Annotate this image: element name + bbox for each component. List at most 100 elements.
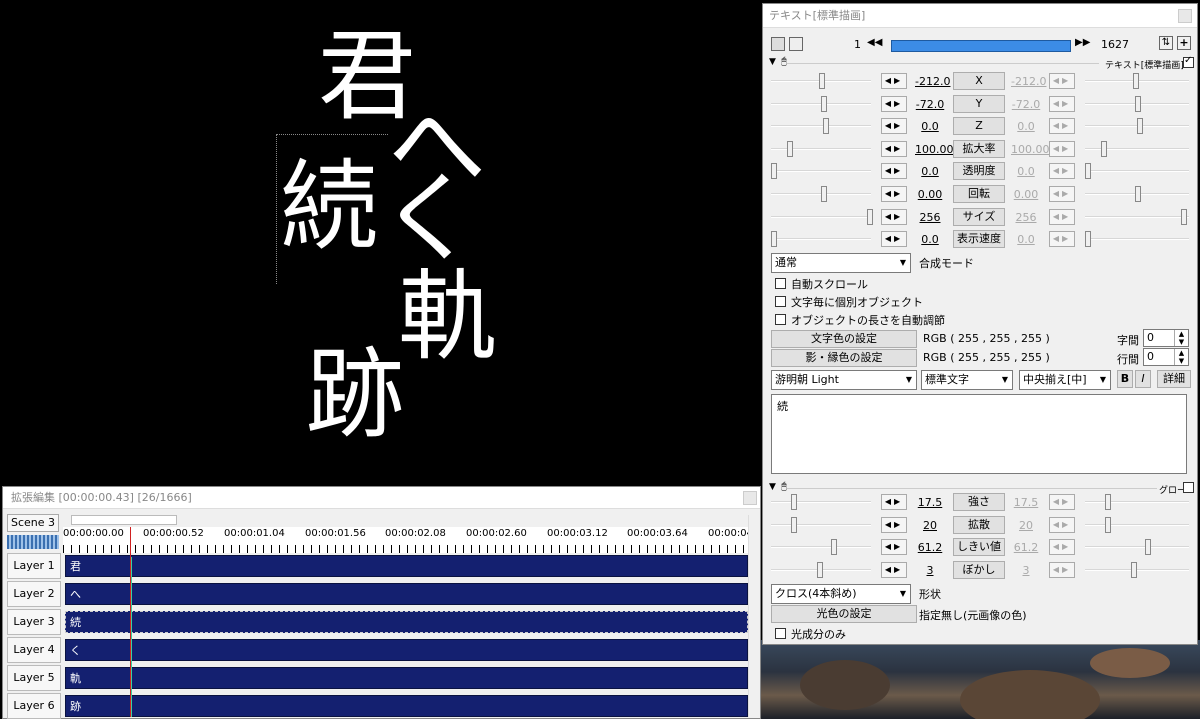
end-value[interactable]: 100.00 (1011, 143, 1050, 156)
slider-thumb[interactable] (1181, 208, 1187, 225)
left-slider[interactable] (771, 161, 871, 181)
time-ruler[interactable]: 00:00:00.00 00:00:00.52 00:00:01.04 00:0… (63, 527, 753, 553)
collapse-icon[interactable]: ▼ (769, 57, 776, 67)
step-arrows[interactable]: ◀▶ (1049, 163, 1075, 180)
slider-thumb[interactable] (791, 494, 797, 510)
step-arrows[interactable]: ◀▶ (881, 561, 907, 578)
glow-only-checkbox[interactable] (775, 628, 786, 639)
slider-thumb[interactable] (821, 186, 827, 202)
step-arrows[interactable]: ◀▶ (1049, 208, 1075, 225)
start-value[interactable]: 61.2 (915, 541, 945, 554)
slider-thumb[interactable] (1105, 516, 1111, 533)
close-button[interactable] (1178, 9, 1192, 23)
slider-thumb[interactable] (1145, 539, 1151, 555)
style-select[interactable]: 標準文字 ▼ (921, 370, 1013, 390)
start-value[interactable]: 0.0 (915, 165, 945, 178)
glow-color-button[interactable]: 光色の設定 (771, 605, 917, 623)
start-value[interactable]: -72.0 (915, 98, 945, 111)
step-arrows[interactable]: ◀▶ (881, 186, 907, 202)
detail-button[interactable]: 詳細 (1157, 370, 1191, 388)
left-slider[interactable] (771, 139, 871, 159)
left-slider[interactable] (771, 229, 871, 249)
blend-mode-select[interactable]: 通常 ▼ (771, 253, 911, 273)
step-arrows[interactable]: ◀▶ (1049, 118, 1075, 135)
italic-button[interactable]: I (1135, 370, 1151, 388)
fast-forward-icon[interactable]: ▶▶ (1075, 37, 1090, 48)
auto-length-checkbox[interactable] (775, 314, 786, 325)
step-arrows[interactable]: ◀▶ (881, 163, 907, 180)
end-value[interactable]: -212.0 (1011, 75, 1046, 88)
end-value[interactable]: -72.0 (1011, 98, 1041, 111)
timeline-clip[interactable]: く (65, 639, 748, 661)
rewind-icon[interactable]: ◀◀ (867, 37, 882, 48)
step-arrows[interactable]: ◀▶ (1049, 516, 1075, 533)
step-arrows[interactable]: ◀▶ (881, 118, 907, 135)
end-value[interactable]: 0.0 (1011, 120, 1041, 133)
start-value[interactable]: 0.0 (915, 233, 945, 246)
start-value[interactable]: 100.00 (915, 143, 954, 156)
layer-label[interactable]: Layer 5 (7, 665, 61, 691)
shadow-color-button[interactable]: 影・縁色の設定 (771, 349, 917, 367)
spin-icon[interactable]: ▲ ▼ (1174, 330, 1188, 346)
param-button[interactable]: 表示速度 (953, 230, 1005, 249)
end-value[interactable]: 0.00 (1011, 188, 1041, 201)
font-select[interactable]: 游明朝 Light ▼ (771, 370, 917, 390)
slider-thumb[interactable] (823, 118, 829, 135)
layer-label[interactable]: Layer 1 (7, 553, 61, 579)
end-value[interactable]: 17.5 (1011, 496, 1041, 509)
param-button[interactable]: Z (953, 117, 1005, 136)
bold-button[interactable]: B (1117, 370, 1133, 388)
right-slider[interactable] (1085, 94, 1189, 114)
slider-thumb[interactable] (819, 73, 825, 89)
right-slider[interactable] (1085, 560, 1189, 580)
step-arrows[interactable]: ◀▶ (1049, 231, 1075, 248)
swap-icon[interactable]: ⇅ (1159, 36, 1173, 50)
end-value[interactable]: 256 (1011, 211, 1041, 224)
end-value[interactable]: 20 (1011, 519, 1041, 532)
start-value[interactable]: 20 (915, 519, 945, 532)
right-slider[interactable] (1085, 515, 1189, 535)
slider-thumb[interactable] (1101, 140, 1107, 157)
slider-thumb[interactable] (1135, 95, 1141, 112)
text-color-button[interactable]: 文字色の設定 (771, 330, 917, 348)
slider-thumb[interactable] (1135, 186, 1141, 202)
right-slider[interactable] (1085, 161, 1189, 181)
left-slider[interactable] (771, 560, 871, 580)
slider-thumb[interactable] (791, 516, 797, 533)
param-button[interactable]: 拡散 (953, 515, 1005, 534)
line-spacing-input[interactable]: 0 ▲ ▼ (1143, 348, 1189, 366)
timeline-clip[interactable]: へ (65, 583, 748, 605)
left-slider[interactable] (771, 537, 871, 557)
step-arrows[interactable]: ◀▶ (881, 208, 907, 225)
step-arrows[interactable]: ◀▶ (881, 73, 907, 89)
left-slider[interactable] (771, 207, 873, 227)
close-button[interactable] (743, 491, 757, 505)
step-arrows[interactable]: ◀▶ (881, 231, 907, 248)
param-button[interactable]: しきい値 (953, 538, 1005, 556)
char-spacing-input[interactable]: 0 ▲ ▼ (1143, 329, 1189, 347)
step-arrows[interactable]: ◀▶ (1049, 539, 1075, 555)
right-slider[interactable] (1085, 71, 1189, 91)
param-button[interactable]: Y (953, 94, 1005, 113)
start-value[interactable]: 0.00 (915, 188, 945, 201)
left-slider[interactable] (771, 71, 871, 91)
step-arrows[interactable]: ◀▶ (881, 95, 907, 112)
slider-thumb[interactable] (1131, 561, 1137, 578)
param-button[interactable]: 強さ (953, 493, 1005, 511)
step-arrows[interactable]: ◀▶ (1049, 561, 1075, 578)
param-button[interactable]: 回転 (953, 185, 1005, 203)
horizontal-scrollbar[interactable] (63, 515, 743, 525)
step-arrows[interactable]: ◀▶ (881, 140, 907, 157)
text-input[interactable]: 続 (771, 394, 1187, 474)
left-slider[interactable] (771, 515, 871, 535)
slider-thumb[interactable] (817, 561, 823, 578)
end-value[interactable]: 0.0 (1011, 165, 1041, 178)
layer-label[interactable]: Layer 2 (7, 581, 61, 607)
left-slider[interactable] (771, 492, 871, 512)
param-button[interactable]: 透明度 (953, 162, 1005, 181)
slider-thumb[interactable] (1085, 163, 1091, 180)
film-icon[interactable] (771, 37, 785, 51)
slider-thumb[interactable] (771, 163, 777, 180)
layer-label[interactable]: Layer 6 (7, 693, 61, 719)
add-filter-icon[interactable]: + (1177, 36, 1191, 50)
